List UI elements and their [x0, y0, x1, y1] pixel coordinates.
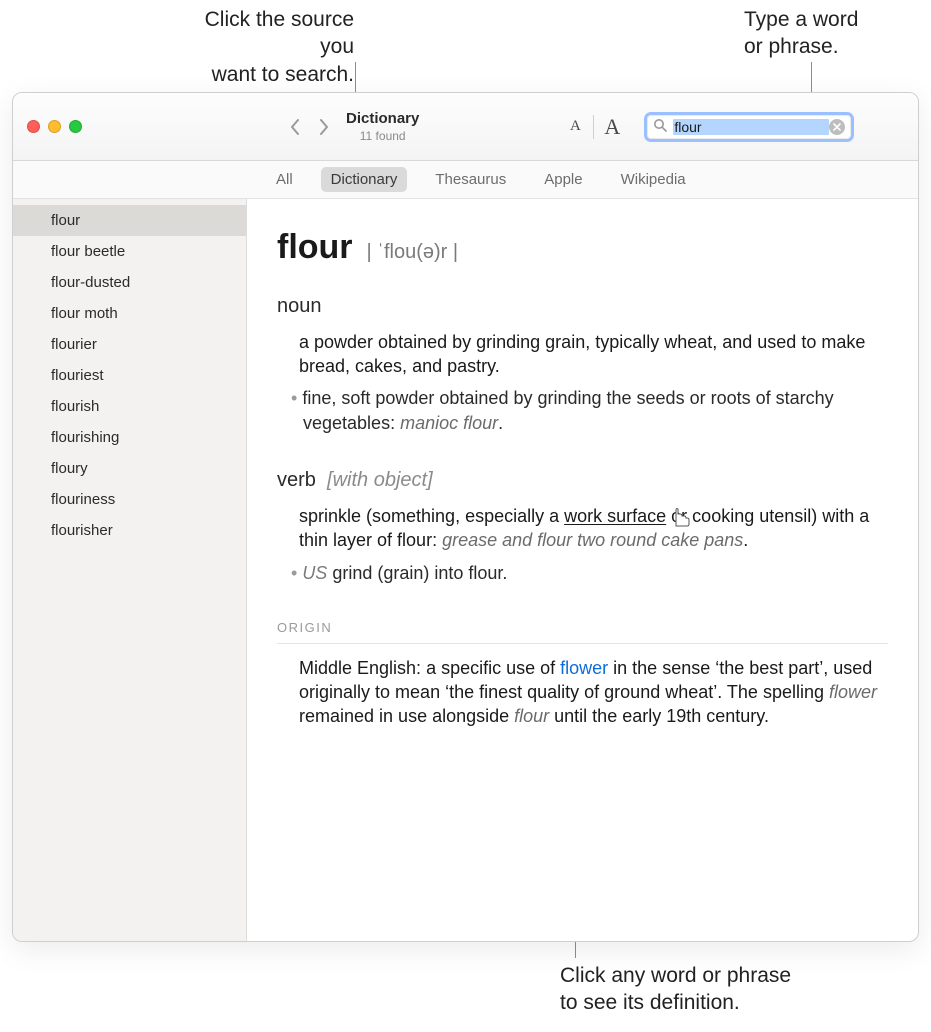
- forward-button[interactable]: [312, 112, 336, 142]
- decrease-font-button[interactable]: A: [559, 112, 591, 142]
- subsense[interactable]: fine, soft powder obtained by grinding t…: [303, 386, 888, 435]
- origin-header: ORIGIN: [277, 619, 888, 644]
- increase-font-button[interactable]: A: [596, 112, 628, 142]
- callout-click-word: Click any word or phrase to see its defi…: [560, 962, 791, 1017]
- source-dictionary[interactable]: Dictionary: [321, 167, 408, 192]
- clear-icon[interactable]: [829, 119, 845, 135]
- inline-link[interactable]: flower: [560, 658, 608, 678]
- origin-text[interactable]: Middle English: a specific use of flower…: [299, 656, 888, 729]
- pronunciation: | ˈflou(ə)r |: [367, 239, 459, 266]
- search-icon: [653, 118, 667, 135]
- search-field[interactable]: flour: [644, 112, 854, 142]
- separator: [593, 115, 594, 139]
- sense[interactable]: sprinkle (something, especially a work s…: [299, 504, 888, 553]
- titlebar: Dictionary 11 found A A flour: [13, 93, 918, 161]
- sidebar: flour flour beetle flour-dusted flour mo…: [13, 199, 247, 941]
- font-size-group: A A: [559, 112, 628, 142]
- result-count: 11 found: [360, 129, 406, 143]
- subsense[interactable]: US grind (grain) into flour.: [303, 561, 888, 585]
- list-item[interactable]: flour-dusted: [13, 267, 246, 298]
- dictionary-window: Dictionary 11 found A A flour All Dictio…: [12, 92, 919, 942]
- list-item[interactable]: flour beetle: [13, 236, 246, 267]
- inline-link[interactable]: work surface: [564, 506, 666, 526]
- list-item[interactable]: flouriest: [13, 360, 246, 391]
- search-input[interactable]: flour: [673, 119, 829, 135]
- zoom-icon[interactable]: [69, 120, 82, 133]
- source-thesaurus[interactable]: Thesaurus: [425, 167, 516, 192]
- minimize-icon[interactable]: [48, 120, 61, 133]
- callout-search: Type a word or phrase.: [744, 6, 858, 61]
- list-item[interactable]: flourishing: [13, 422, 246, 453]
- window-controls: [27, 120, 82, 133]
- list-item[interactable]: floury: [13, 453, 246, 484]
- list-item[interactable]: flour: [13, 205, 246, 236]
- part-of-speech: verb [with object]: [277, 467, 888, 494]
- definition-pane: flour | ˈflou(ə)r | noun a powder obtain…: [247, 199, 918, 941]
- source-bar: All Dictionary Thesaurus Apple Wikipedia: [13, 161, 918, 199]
- source-wikipedia[interactable]: Wikipedia: [611, 167, 696, 192]
- list-item[interactable]: flouriness: [13, 484, 246, 515]
- sense[interactable]: a powder obtained by grinding grain, typ…: [299, 330, 888, 379]
- back-button[interactable]: [282, 112, 306, 142]
- list-item[interactable]: flourisher: [13, 515, 246, 546]
- source-apple[interactable]: Apple: [534, 167, 592, 192]
- source-all[interactable]: All: [266, 167, 303, 192]
- list-item[interactable]: flourier: [13, 329, 246, 360]
- close-icon[interactable]: [27, 120, 40, 133]
- callout-source: Click the source you want to search.: [184, 6, 354, 88]
- list-item[interactable]: flour moth: [13, 298, 246, 329]
- part-of-speech: noun: [277, 293, 888, 320]
- nav-group: Dictionary 11 found: [282, 110, 419, 143]
- headword: flour: [277, 225, 353, 271]
- window-title: Dictionary: [346, 110, 419, 127]
- list-item[interactable]: flourish: [13, 391, 246, 422]
